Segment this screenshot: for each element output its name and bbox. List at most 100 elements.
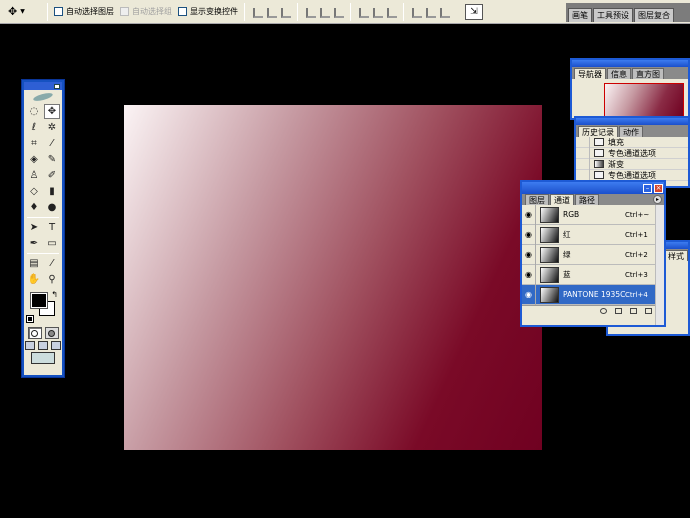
distribute-top-icon[interactable]	[357, 6, 369, 18]
tab-actions[interactable]: 动作	[619, 126, 643, 137]
full-screen-menu-mode-icon[interactable]	[38, 341, 48, 350]
channels-panel: – × 图层 通道 路径 ▸ ◉ RGB Ctrl+~ ◉ 红 Ctrl+1 ◉…	[520, 180, 666, 327]
hand-tool-icon[interactable]: ✋	[26, 272, 42, 287]
align-vertical-centers-icon[interactable]	[265, 6, 277, 18]
slice-tool-icon[interactable]: ⁄	[44, 136, 60, 151]
default-colors-icon[interactable]	[26, 315, 34, 323]
history-brush-source[interactable]	[576, 158, 590, 170]
well-tab-brushes[interactable]: 画笔	[568, 8, 592, 22]
align-bottom-edges-icon[interactable]	[279, 6, 291, 18]
channels-scrollbar[interactable]	[655, 205, 664, 325]
foreground-color-swatch[interactable]	[30, 292, 48, 309]
navigator-thumbnail[interactable]	[604, 83, 684, 117]
blur-tool-icon[interactable]: ♦	[26, 200, 42, 215]
rectangle-tool-icon[interactable]: ▭	[44, 236, 60, 251]
eye-icon[interactable]: ◉	[522, 204, 536, 225]
checkbox-box[interactable]	[120, 7, 129, 16]
history-brush-source[interactable]	[576, 136, 590, 148]
align-left-edges-icon[interactable]	[304, 6, 316, 18]
distribute-hcenter-icon[interactable]	[424, 6, 436, 18]
channel-shortcut: Ctrl+~	[625, 210, 650, 219]
history-item[interactable]: 填充	[576, 136, 688, 148]
load-channel-as-selection-icon[interactable]	[600, 307, 607, 314]
channel-row-spot[interactable]: ◉ PANTONE 1935C Ctrl+4	[522, 284, 664, 305]
jump-to-imageready-icon[interactable]	[31, 352, 55, 364]
toolbox-titlebar[interactable]	[24, 82, 62, 90]
align-top-edges-icon[interactable]	[251, 6, 263, 18]
well-tab-layer-comps[interactable]: 图层复合	[634, 8, 674, 22]
checkbox-box[interactable]	[178, 7, 187, 16]
brush-tool-icon[interactable]: ✎	[44, 152, 60, 167]
tab-layers[interactable]: 图层	[525, 194, 549, 205]
save-selection-as-channel-icon[interactable]	[615, 307, 622, 314]
history-brush-source[interactable]	[576, 147, 590, 159]
eraser-tool-icon[interactable]: ◇	[26, 184, 42, 199]
healing-brush-tool-icon[interactable]: ◈	[26, 152, 42, 167]
crop-tool-icon[interactable]: ⌗	[26, 136, 42, 151]
align-horizontal-centers-icon[interactable]	[318, 6, 330, 18]
delete-channel-icon[interactable]	[645, 307, 652, 314]
new-channel-icon[interactable]	[630, 307, 637, 314]
panel-titlebar[interactable]	[572, 60, 688, 67]
standard-mode-button[interactable]	[27, 327, 42, 339]
marquee-tool-icon[interactable]: ◌	[26, 104, 42, 119]
minimize-icon[interactable]: –	[643, 183, 652, 193]
auto-select-group-checkbox[interactable]: 自动选择组	[120, 6, 172, 17]
panel-menu-icon[interactable]: ▸	[653, 195, 662, 204]
tab-history[interactable]: 历史记录	[578, 126, 618, 137]
distribute-bottom-icon[interactable]	[385, 6, 397, 18]
show-transform-controls-checkbox[interactable]: 显示变换控件	[178, 6, 238, 17]
tool-preset-picker[interactable]: ✥ ▼	[0, 1, 44, 23]
history-state-icon	[594, 138, 604, 146]
well-tab-tool-presets[interactable]: 工具预设	[593, 8, 633, 22]
gradient-tool-icon[interactable]: ▮	[44, 184, 60, 199]
tab-info[interactable]: 信息	[607, 68, 631, 79]
notes-tool-icon[interactable]: ▤	[26, 256, 42, 271]
lasso-tool-icon[interactable]: ℓ	[26, 120, 42, 135]
path-selection-tool-icon[interactable]: ➤	[26, 220, 42, 235]
pen-tool-icon[interactable]: ✒	[26, 236, 42, 251]
clone-stamp-tool-icon[interactable]: ♙	[26, 168, 42, 183]
channel-row-red[interactable]: ◉ 红 Ctrl+1	[522, 224, 664, 245]
dodge-tool-icon[interactable]: ●	[44, 200, 60, 215]
distribute-right-icon[interactable]	[438, 6, 450, 18]
full-screen-mode-icon[interactable]	[51, 341, 61, 350]
channels-titlebar[interactable]: – ×	[522, 182, 664, 194]
channel-row-green[interactable]: ◉ 绿 Ctrl+2	[522, 244, 664, 265]
eye-icon[interactable]: ◉	[522, 224, 536, 245]
tab-channels[interactable]: 通道	[550, 194, 574, 205]
history-item-label: 渐变	[608, 159, 624, 169]
move-tool-icon[interactable]: ✥	[44, 104, 60, 119]
tab-paths[interactable]: 路径	[575, 194, 599, 205]
eyedropper-tool-icon[interactable]: ⁄	[44, 256, 60, 271]
swap-colors-icon[interactable]: ↰	[51, 290, 58, 299]
close-icon[interactable]: ×	[654, 183, 663, 193]
history-item[interactable]: 专色通道选项	[576, 147, 688, 159]
eye-icon[interactable]: ◉	[522, 264, 536, 285]
magic-wand-tool-icon[interactable]: ✲	[44, 120, 60, 135]
document-canvas[interactable]	[124, 105, 542, 450]
channel-row-blue[interactable]: ◉ 蓝 Ctrl+3	[522, 264, 664, 285]
history-brush-tool-icon[interactable]: ✐	[44, 168, 60, 183]
distribute-left-icon[interactable]	[410, 6, 422, 18]
eye-icon[interactable]: ◉	[522, 284, 536, 305]
eye-icon[interactable]: ◉	[522, 244, 536, 265]
toolbox-menu-button[interactable]	[54, 83, 60, 89]
tab-navigator[interactable]: 导航器	[574, 68, 606, 79]
history-item[interactable]: 渐变	[576, 158, 688, 170]
panel-titlebar[interactable]	[576, 118, 688, 125]
auto-select-layer-checkbox[interactable]: 自动选择图层	[54, 6, 114, 17]
palette-well-icon[interactable]: ⇲	[465, 3, 483, 20]
standard-screen-mode-icon[interactable]	[25, 341, 35, 350]
photoshop-feather-logo[interactable]	[24, 90, 62, 104]
distribute-vcenter-icon[interactable]	[371, 6, 383, 18]
checkbox-box[interactable]	[54, 7, 63, 16]
zoom-tool-icon[interactable]: ⚲	[44, 272, 60, 287]
history-brush-source[interactable]	[576, 169, 590, 181]
align-right-edges-icon[interactable]	[332, 6, 344, 18]
tab-histogram[interactable]: 直方图	[632, 68, 664, 79]
tab-styles[interactable]: 样式	[664, 250, 688, 261]
channel-row-rgb[interactable]: ◉ RGB Ctrl+~	[522, 204, 664, 225]
type-tool-icon[interactable]: T	[44, 220, 60, 235]
quick-mask-mode-button[interactable]	[44, 327, 59, 339]
